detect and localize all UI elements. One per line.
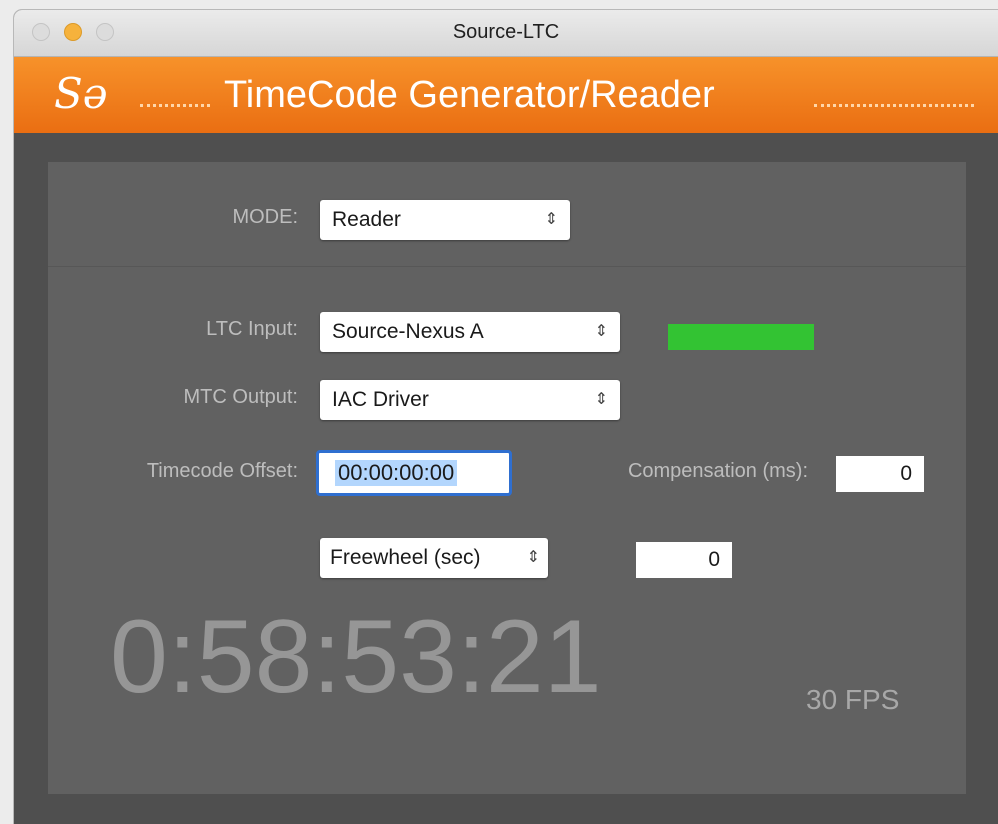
window-title: Source-LTC — [452, 21, 560, 43]
brand-logo: Sə — [54, 69, 108, 118]
select-arrows-icon: ⇕ — [594, 323, 608, 340]
freewheel-select[interactable]: Freewheel (sec) ⇕ — [320, 538, 548, 578]
ltc-input-label: LTC Input: — [206, 318, 298, 340]
title-bar[interactable]: Source-LTC — [14, 10, 998, 57]
select-arrows-icon: ⇕ — [594, 391, 608, 408]
timecode-offset-value: 00:00:00:00 — [335, 460, 458, 486]
mtc-output-value: IAC Driver — [332, 388, 429, 411]
timecode-display: 0:58:53:21 — [110, 599, 602, 715]
timecode-offset-label: Timecode Offset: — [146, 460, 298, 482]
mode-select-value: Reader — [332, 208, 401, 231]
ltc-input-select[interactable]: Source-Nexus A ⇕ — [320, 312, 620, 352]
ltc-input-value: Source-Nexus A — [332, 320, 484, 343]
fps-display: 30 FPS — [806, 684, 900, 715]
banner-dots-left — [140, 104, 210, 107]
main-panel: MODE: Reader ⇕ LTC Input: Source-Nexus A… — [48, 162, 966, 794]
timecode-offset-input[interactable]: 00:00:00:00 — [316, 450, 512, 496]
mode-section: MODE: Reader ⇕ — [48, 162, 966, 267]
mtc-output-select[interactable]: IAC Driver ⇕ — [320, 380, 620, 420]
banner-dots-right — [814, 104, 974, 107]
app-window: Source-LTC Sə TimeCode Generator/Reader … — [14, 10, 998, 824]
freewheel-input[interactable]: 0 — [636, 542, 732, 578]
mtc-output-label: MTC Output: — [183, 386, 298, 408]
mode-select[interactable]: Reader ⇕ — [320, 200, 570, 240]
compensation-input[interactable]: 0 — [836, 456, 924, 492]
mode-label: MODE: — [232, 206, 298, 228]
compensation-label: Compensation (ms): — [627, 460, 808, 482]
ltc-signal-meter — [668, 324, 814, 350]
freewheel-select-value: Freewheel (sec) — [330, 546, 481, 569]
select-arrows-icon: ⇕ — [544, 211, 558, 228]
select-arrows-icon: ⇕ — [526, 549, 540, 566]
banner-title: TimeCode Generator/Reader — [224, 74, 715, 116]
app-banner: Sə TimeCode Generator/Reader — [14, 57, 998, 133]
